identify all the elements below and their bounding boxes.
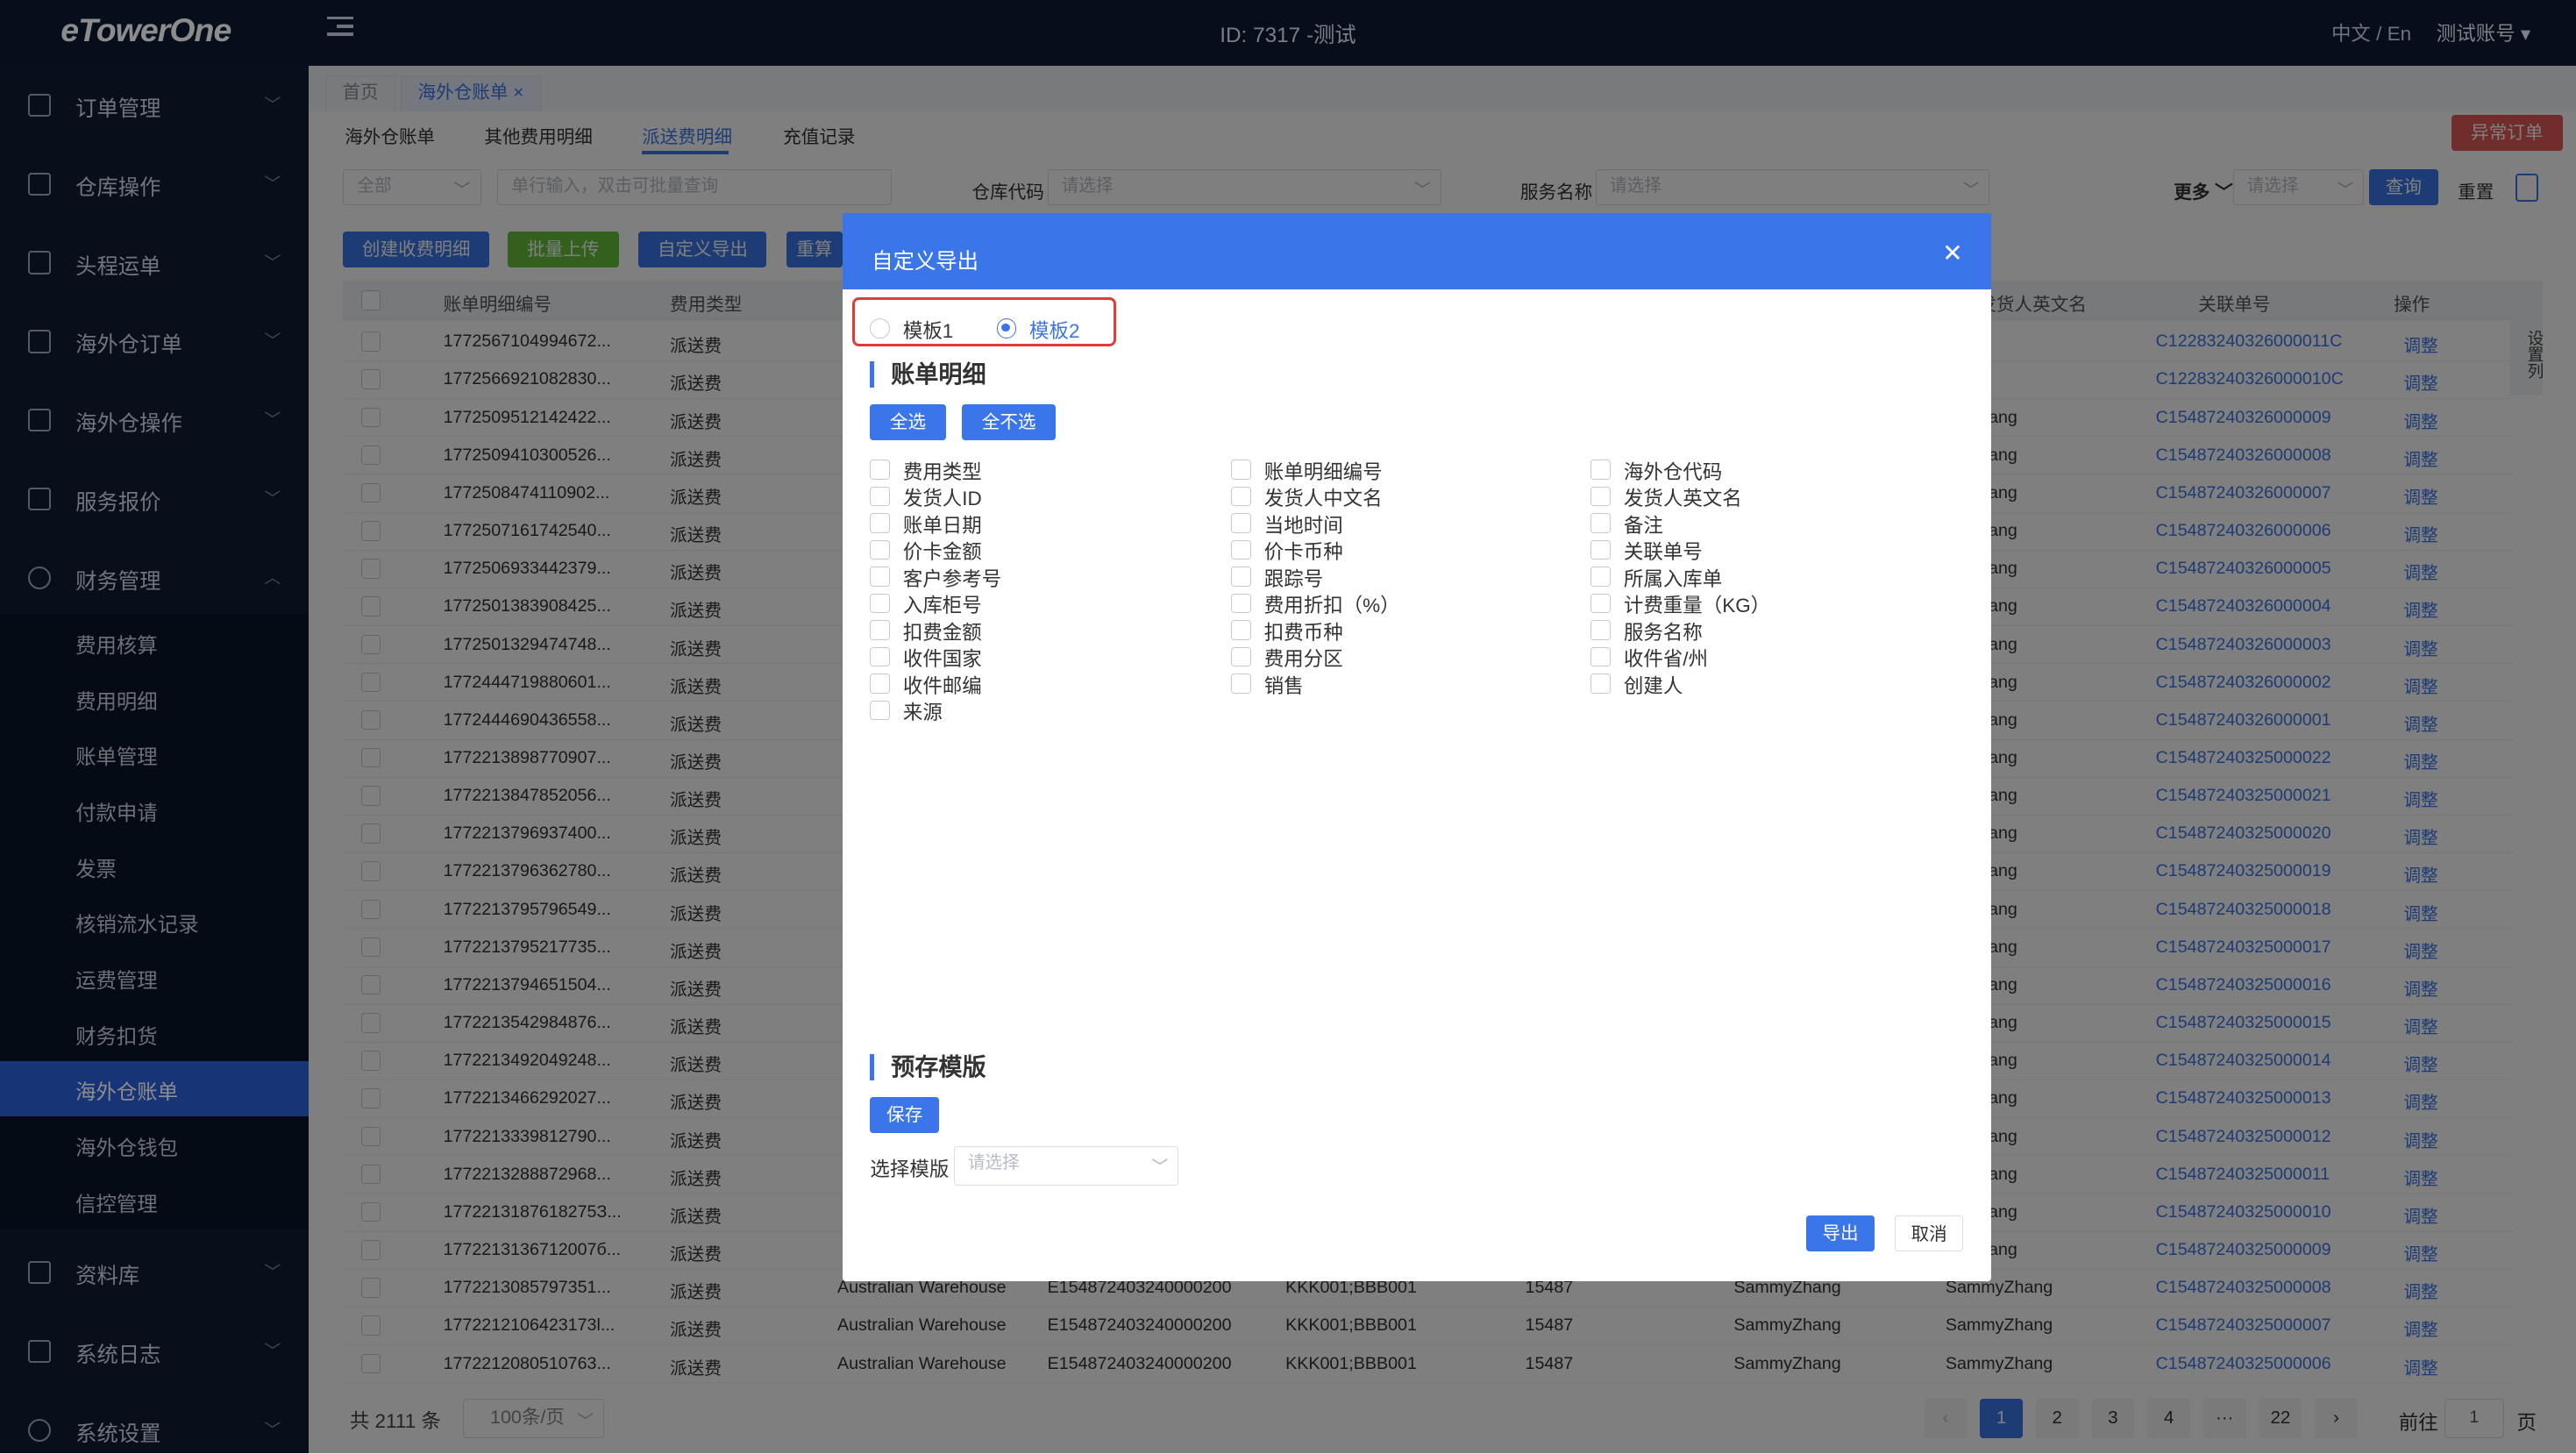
export-field-label: 海外仓代码	[1623, 460, 1723, 483]
export-field-checkbox[interactable]	[1231, 513, 1251, 533]
choose-template-select[interactable]: 请选择 ﹀	[953, 1146, 1179, 1186]
dialog-header: 自定义导出 ✕	[842, 213, 1992, 289]
bill-detail-section-title: 账单明细	[870, 360, 986, 388]
export-field-checkbox[interactable]	[870, 513, 890, 533]
export-field-label: 费用折扣（%）	[1263, 595, 1400, 617]
custom-export-dialog: 自定义导出 ✕ 模板1 模板2 账单明细 全选 全不选 费用类型发货人ID 账单日…	[842, 213, 1992, 1281]
export-field-checkbox[interactable]	[1231, 646, 1251, 667]
export-field-label: 价卡金额	[902, 541, 982, 564]
export-field-label: 跟踪号	[1263, 567, 1324, 590]
export-field-checkbox[interactable]	[1231, 460, 1251, 480]
export-field-label: 计费重量（KG）	[1623, 595, 1771, 617]
export-field-checkbox[interactable]	[1590, 646, 1611, 667]
save-template-button[interactable]: 保存	[870, 1096, 940, 1133]
chevron-down-icon: ﹀	[1151, 1157, 1169, 1176]
export-field-checkbox[interactable]	[1231, 674, 1251, 694]
sidebar-backdrop	[0, 0, 310, 1454]
export-field-checkbox[interactable]	[870, 700, 890, 721]
export-field-checkbox[interactable]	[1231, 486, 1251, 507]
template1-label[interactable]: 模板1	[903, 316, 953, 344]
export-field-checkbox[interactable]	[1590, 620, 1611, 640]
export-field-label: 销售	[1263, 674, 1304, 697]
deselect-all-button[interactable]: 全不选	[962, 403, 1056, 440]
export-field-label: 来源	[902, 702, 943, 724]
export-field-checkbox[interactable]	[1590, 486, 1611, 507]
export-field-label: 费用分区	[1263, 648, 1343, 671]
select-all-button[interactable]: 全选	[870, 403, 946, 440]
export-field-checkbox[interactable]	[870, 646, 890, 667]
export-button[interactable]: 导出	[1805, 1215, 1875, 1251]
export-field-label: 当地时间	[1263, 514, 1343, 537]
export-field-checkbox[interactable]	[1590, 674, 1611, 694]
export-field-checkbox[interactable]	[870, 620, 890, 640]
export-field-checkbox[interactable]	[870, 567, 890, 587]
export-field-label: 收件邮编	[902, 674, 982, 697]
export-field-checkbox[interactable]	[1231, 593, 1251, 614]
export-field-label: 发货人ID	[902, 488, 982, 510]
choose-template-label: 选择模版	[870, 1158, 950, 1181]
export-field-label: 所属入库单	[1623, 567, 1723, 590]
export-field-label: 关联单号	[1623, 541, 1703, 564]
template2-label[interactable]: 模板2	[1029, 316, 1079, 344]
export-field-checkbox[interactable]	[1231, 620, 1251, 640]
export-field-checkbox[interactable]	[870, 593, 890, 614]
export-field-checkbox[interactable]	[1590, 593, 1611, 614]
export-field-checkbox[interactable]	[1231, 567, 1251, 587]
close-icon[interactable]: ✕	[1942, 239, 1963, 267]
export-field-checkbox[interactable]	[870, 460, 890, 480]
topbar-backdrop	[309, 0, 2576, 66]
export-field-checkbox[interactable]	[1590, 539, 1611, 560]
template2-radio[interactable]	[996, 318, 1017, 339]
export-field-checkbox[interactable]	[1590, 460, 1611, 480]
export-field-checkbox[interactable]	[870, 674, 890, 694]
export-field-label: 创建人	[1623, 674, 1683, 697]
cancel-button[interactable]: 取消	[1894, 1215, 1964, 1251]
dialog-title: 自定义导出	[872, 249, 978, 274]
export-field-label: 费用类型	[902, 460, 982, 483]
export-field-label: 客户参考号	[902, 567, 1002, 590]
export-field-checkbox[interactable]	[1590, 567, 1611, 587]
export-field-label: 收件省/州	[1623, 648, 1708, 671]
export-field-label: 备注	[1623, 514, 1663, 537]
template1-radio[interactable]	[870, 318, 890, 339]
export-field-label: 入库柜号	[902, 595, 982, 617]
export-field-checkbox[interactable]	[870, 486, 890, 507]
export-field-checkbox[interactable]	[1590, 513, 1611, 533]
saved-template-section-title: 预存模版	[870, 1054, 986, 1081]
export-field-label: 服务名称	[1623, 621, 1703, 644]
export-field-label: 发货人中文名	[1263, 488, 1383, 510]
export-field-label: 账单日期	[902, 514, 982, 537]
export-field-checkbox[interactable]	[1231, 539, 1251, 560]
export-field-checkbox[interactable]	[870, 539, 890, 560]
export-field-label: 扣费币种	[1263, 621, 1343, 644]
export-field-label: 收件国家	[902, 648, 982, 671]
export-field-label: 账单明细编号	[1263, 460, 1383, 483]
export-field-label: 价卡币种	[1263, 541, 1343, 564]
export-field-label: 发货人英文名	[1623, 488, 1742, 510]
export-field-label: 扣费金额	[902, 621, 982, 644]
